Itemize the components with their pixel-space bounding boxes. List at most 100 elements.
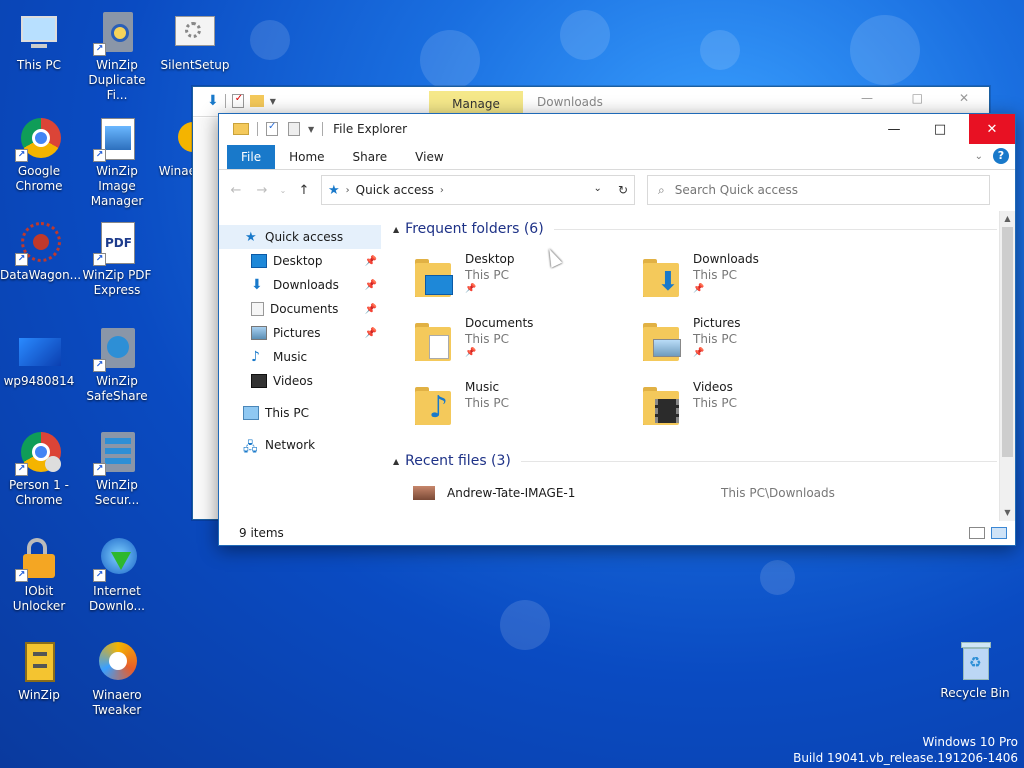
address-bar[interactable]: ★ › Quick access › ⌄ ↻ (321, 175, 635, 205)
desktop-icon-winzip-duplicate[interactable]: ↗ WinZip Duplicate Fi... (78, 10, 156, 103)
music-note-icon: ♪ (251, 349, 260, 365)
desktop-icon-datawagon[interactable]: ↗ DataWagon... (0, 220, 81, 283)
folder-tile-videos[interactable]: Videos This PC (641, 379, 861, 437)
nav-item-videos[interactable]: Videos (219, 369, 381, 393)
up-arrow-icon[interactable]: ↑ (295, 183, 313, 198)
videos-folder-icon (641, 383, 685, 429)
chevron-down-icon[interactable]: ▼ (308, 125, 314, 134)
videos-icon (251, 374, 267, 388)
recent-locations-icon[interactable]: ⌄ (279, 186, 287, 195)
close-button[interactable]: ✕ (969, 114, 1015, 144)
tab-home[interactable]: Home (275, 145, 338, 169)
chrome-icon: ↗ (15, 116, 63, 162)
breadcrumb-quick-access[interactable]: Quick access (356, 183, 434, 197)
folder-tile-music[interactable]: ♪ Music This PC (413, 379, 633, 437)
nav-item-downloads[interactable]: ⬇ Downloads 📌 (219, 273, 381, 297)
desktop-icon-winzip-pdf-express[interactable]: PDF ↗ WinZip PDF Express (78, 220, 156, 298)
pdf-icon: PDF ↗ (93, 220, 141, 266)
desktop-icon-winaero-tweaker[interactable]: Winaero Tweaker (78, 640, 156, 718)
pin-icon[interactable]: 📌 (365, 280, 377, 291)
address-dropdown-icon[interactable]: ⌄ (594, 183, 602, 197)
file-explorer-window[interactable]: ✓ ▼ File Explorer — □ ✕ File Home Share … (218, 113, 1016, 546)
pin-icon[interactable]: 📌 (693, 347, 741, 359)
back-arrow-icon[interactable]: ← (227, 183, 245, 198)
pin-icon[interactable]: 📌 (365, 304, 377, 315)
shortcut-arrow-icon: ↗ (15, 253, 28, 266)
documents-icon (251, 302, 264, 316)
folder-tile-downloads[interactable]: ⬇ Downloads This PC 📌 (641, 251, 861, 309)
tab-file[interactable]: File (227, 145, 276, 169)
collapse-triangle-icon[interactable]: ▲ (393, 457, 399, 466)
frequent-folders-header[interactable]: ▲ Frequent folders (6) (393, 215, 1015, 243)
properties-icon[interactable]: ✓ (231, 93, 244, 108)
desktop-icon-winzip-image-manager[interactable]: ↗ WinZip Image Manager (78, 116, 156, 209)
navigation-pane: ★ Quick access Desktop 📌 ⬇ Downloads 📌 D… (219, 211, 381, 521)
nav-item-this-pc[interactable]: This PC (219, 401, 381, 425)
desktop-icon-person-1-chrome[interactable]: ↗ Person 1 - Chrome (0, 430, 78, 508)
new-item-icon[interactable] (288, 122, 300, 136)
search-input[interactable] (674, 183, 955, 197)
desktop-icon-winzip-safeshare[interactable]: ↗ WinZip SafeShare (78, 326, 156, 404)
nav-item-quick-access[interactable]: ★ Quick access (219, 225, 381, 249)
search-box[interactable]: ⌕ (647, 175, 990, 205)
titlebar[interactable]: ✓ ▼ File Explorer — □ ✕ (219, 114, 1015, 144)
collapse-triangle-icon[interactable]: ▲ (393, 225, 399, 234)
pin-icon[interactable]: 📌 (693, 283, 759, 295)
refresh-icon[interactable]: ↻ (618, 183, 628, 197)
folder-tile-documents[interactable]: Documents This PC 📌 (413, 315, 633, 373)
background-bokeh (420, 30, 480, 90)
pin-icon[interactable]: 📌 (365, 256, 377, 267)
forward-arrow-icon[interactable]: → (253, 183, 271, 198)
folder-tile-pictures[interactable]: Pictures This PC 📌 (641, 315, 861, 373)
folder-tile-desktop[interactable]: Desktop This PC 📌 (413, 251, 633, 309)
nav-item-pictures[interactable]: Pictures 📌 (219, 321, 381, 345)
scrollbar-thumb[interactable] (1002, 227, 1013, 457)
desktop-icon-internet-download[interactable]: ↗ Internet Downlo... (78, 536, 156, 614)
pin-icon[interactable]: 📌 (365, 328, 377, 339)
maximize-button[interactable]: □ (917, 114, 963, 144)
maximize-icon: □ (933, 121, 947, 137)
list-item[interactable]: Andrew-Tate-IMAGE-1 This PC\Downloads (413, 481, 1015, 505)
nav-item-network[interactable]: 🖧 Network (219, 433, 381, 457)
tab-share[interactable]: Share (339, 145, 402, 169)
minimize-button[interactable]: — (871, 114, 917, 144)
content-area: ★ Quick access Desktop 📌 ⬇ Downloads 📌 D… (219, 211, 1015, 521)
desktop-icon-winaero[interactable]: Winae (156, 116, 196, 179)
nav-item-music[interactable]: ♪ Music (219, 345, 381, 369)
vertical-scrollbar[interactable]: ▲ ▼ (999, 211, 1015, 521)
desktop-icon-silentsetup[interactable]: SilentSetup (156, 10, 234, 73)
minimize-icon[interactable]: — (861, 91, 873, 105)
nav-item-documents[interactable]: Documents 📌 (219, 297, 381, 321)
maximize-icon[interactable]: □ (912, 91, 923, 105)
scroll-up-arrow-icon[interactable]: ▲ (1000, 211, 1015, 227)
chrome-profile-icon: ↗ (15, 430, 63, 476)
download-globe-icon: ↗ (93, 536, 141, 582)
desktop-icon-winzip-secure[interactable]: ↗ WinZip Secur... (78, 430, 156, 508)
shortcut-arrow-icon: ↗ (93, 253, 106, 266)
properties-icon[interactable]: ✓ (266, 121, 278, 136)
large-icons-view-icon[interactable] (991, 527, 1007, 539)
new-folder-icon[interactable] (249, 95, 264, 107)
recent-files-header[interactable]: ▲ Recent files (3) (393, 447, 1015, 475)
expand-ribbon-icon[interactable]: ⌄ (975, 151, 983, 162)
details-view-icon[interactable] (969, 527, 985, 539)
desktop-icon-google-chrome[interactable]: ↗ Google Chrome (0, 116, 78, 194)
search-icon: ⌕ (658, 182, 665, 197)
documents-folder-icon (413, 319, 457, 365)
desktop-icon-iobit-unlocker[interactable]: ↗ IObit Unlocker (0, 536, 78, 614)
pin-icon[interactable]: 📌 (465, 347, 533, 359)
desktop-icon-wp9480814[interactable]: wp9480814 (0, 326, 78, 389)
datawagon-icon: ↗ (15, 220, 63, 266)
breadcrumb-separator-icon[interactable]: › (440, 185, 444, 196)
close-icon[interactable]: ✕ (959, 91, 969, 105)
ribbon-controls: ⌄ ? (975, 148, 1009, 164)
pin-icon[interactable]: 📌 (465, 283, 515, 295)
scroll-down-arrow-icon[interactable]: ▼ (1000, 505, 1015, 521)
desktop-icon-winzip[interactable]: WinZip (0, 640, 78, 703)
desktop-icon-this-pc[interactable]: This PC (0, 10, 78, 73)
nav-item-desktop[interactable]: Desktop 📌 (219, 249, 381, 273)
tab-view[interactable]: View (401, 145, 457, 169)
desktop-icon-recycle-bin[interactable]: ♻ Recycle Bin (936, 638, 1014, 701)
chevron-down-icon[interactable]: ▼ (270, 97, 276, 106)
help-icon[interactable]: ? (993, 148, 1009, 164)
